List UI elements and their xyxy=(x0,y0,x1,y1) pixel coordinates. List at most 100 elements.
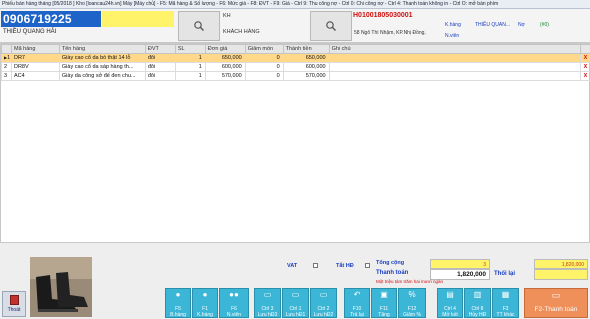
vat-label: VAT xyxy=(287,263,298,269)
cell-price[interactable]: 650,000 xyxy=(204,53,246,63)
huy-hd-button[interactable]: ▥ Ctrl 8 Hủy HĐ xyxy=(464,288,491,318)
delete-row-button[interactable]: X xyxy=(579,53,590,63)
table-row[interactable]: 3 AC4 Giày da công sở đế đen chu... đôi … xyxy=(1,71,590,81)
tra-lai-button[interactable]: ↶ F10 Trả lại xyxy=(344,288,370,318)
nhan-vien-button[interactable]: ●● F6 N.viên xyxy=(219,288,249,318)
luu-hd3-button[interactable]: ▭ Ctrl 3 Lưu hĐ3 xyxy=(254,288,281,318)
table-header: Mã hàng Tên hàng ĐVT SL Đơn giá Giảm món… xyxy=(1,44,590,54)
user-icon: ● xyxy=(202,290,208,299)
cell-price[interactable]: 600,000 xyxy=(204,62,246,72)
tong-cong-field: 3 xyxy=(430,259,490,269)
cell-note[interactable] xyxy=(328,53,581,63)
delete-row-button[interactable]: X xyxy=(579,62,590,72)
cell-qty[interactable]: 1 xyxy=(174,62,206,72)
cell-name[interactable]: Giày cao cổ da sáp hàng th... xyxy=(58,62,146,72)
tat-hd-label: Tắt HĐ xyxy=(336,263,354,269)
col-delete xyxy=(579,44,590,54)
gift-icon: ▣ xyxy=(380,290,388,299)
customer-header: 0906719225 THIỀU QUANG HẢI KH KHÁCH HÀNG… xyxy=(0,9,590,43)
luu-hd2-button[interactable]: ▭ Ctrl 2 Lưu hĐ2 xyxy=(310,288,337,318)
doc-icon: ▭ xyxy=(263,290,272,299)
doc-icon: ▭ xyxy=(319,290,328,299)
return-icon: ↶ xyxy=(353,290,361,299)
cash-icon: ▤ xyxy=(446,290,454,299)
cell-unit[interactable]: đôi xyxy=(144,62,176,72)
no-value: (#0) xyxy=(540,22,549,28)
customer-address: 58 Ngô Thì Nhậm, KP.Nhị Đồng, xyxy=(354,30,426,36)
cell-price[interactable]: 570,000 xyxy=(204,71,246,81)
thoi-lai-field xyxy=(534,269,588,280)
tt-khac-button[interactable]: ▦ F3 TT khác xyxy=(492,288,519,318)
search-icon xyxy=(194,21,204,31)
thoi-lai-label: Thối lại xyxy=(494,271,515,277)
customer-search-button[interactable] xyxy=(178,11,220,41)
kh-value: KHÁCH HÀNG xyxy=(223,29,260,35)
percent-icon: % xyxy=(408,290,416,299)
cell-note[interactable] xyxy=(328,71,581,81)
luu-hd1-button[interactable]: ▭ Ctrl 1 Lưu hĐ1 xyxy=(282,288,309,318)
col-marker xyxy=(1,44,12,54)
tang-button[interactable]: ▣ F11 Tặng xyxy=(371,288,397,318)
exit-label: Thoát xyxy=(7,307,21,313)
row-index: 2 xyxy=(1,62,12,72)
amount-in-words: Một triệu tám trăm hai mươi ngàn xyxy=(376,279,443,284)
cell-total: 570,000 xyxy=(282,71,330,81)
search-box[interactable] xyxy=(102,11,174,27)
cell-unit[interactable]: đôi xyxy=(144,53,176,63)
search-icon xyxy=(326,21,336,31)
total-right-field: 1,820,000 xyxy=(534,259,588,269)
ban-hang-button[interactable]: ● F5 B.hàng xyxy=(165,288,191,318)
trash-icon: ▥ xyxy=(473,290,482,299)
invoice-number: H01001805030001 xyxy=(353,12,413,19)
cell-discount[interactable]: 0 xyxy=(244,71,284,81)
cell-code[interactable]: DR8V xyxy=(10,62,60,72)
k-hang-label: K.hàng xyxy=(445,22,461,28)
cell-discount[interactable]: 0 xyxy=(244,62,284,72)
phone-input[interactable]: 0906719225 xyxy=(1,11,101,27)
window-title: Phiếu bán hàng tháng [05/2018 ] Kho [loa… xyxy=(0,0,590,9)
money-icon: ▭ xyxy=(551,290,561,300)
cell-unit[interactable]: đôi xyxy=(144,71,176,81)
col-price[interactable]: Đơn giá xyxy=(204,44,246,54)
cell-note[interactable] xyxy=(328,62,581,72)
col-unit[interactable]: ĐVT xyxy=(144,44,176,54)
col-note[interactable]: Ghi chú xyxy=(328,44,581,54)
cell-code[interactable]: AC4 xyxy=(10,71,60,81)
tat-hd-checkbox[interactable] xyxy=(365,263,370,268)
user-icon: ● xyxy=(175,290,181,299)
footer-panel: Thoát VAT Tắt HĐ Tổng cộng 3 1,820,000 T… xyxy=(0,254,590,319)
cell-total: 650,000 xyxy=(282,53,330,63)
cell-code[interactable]: DR7 xyxy=(10,53,60,63)
giam-button[interactable]: % F12 Giảm % xyxy=(398,288,426,318)
vat-checkbox[interactable] xyxy=(313,263,318,268)
cell-qty[interactable]: 1 xyxy=(174,71,206,81)
table-row[interactable]: ▶1 DR7 Giày cao cổ da bò thật 14 lỗ đôi … xyxy=(1,53,590,63)
doc-icon: ▭ xyxy=(291,290,300,299)
tong-cong-label: Tổng cộng xyxy=(376,260,405,266)
row-index: 3 xyxy=(1,71,12,81)
table-row[interactable]: 2 DR8V Giày cao cổ da sáp hàng th... đôi… xyxy=(1,62,590,72)
n-vien-label: N.viên xyxy=(445,33,460,39)
customer-name: THIỀU QUANG HẢI xyxy=(3,29,57,35)
cell-name[interactable]: Giày da công sở đế đen chu... xyxy=(58,71,146,81)
cell-name[interactable]: Giày cao cổ da bò thật 14 lỗ xyxy=(58,53,146,63)
mo-ket-button[interactable]: ▤ Ctrl 4 Mở két xyxy=(437,288,463,318)
col-qty[interactable]: SL xyxy=(174,44,206,54)
users-icon: ●● xyxy=(229,290,239,299)
exit-icon xyxy=(10,295,19,305)
cell-discount[interactable]: 0 xyxy=(244,53,284,63)
col-total[interactable]: Thành tiền xyxy=(282,44,330,54)
items-table[interactable]: Mã hàng Tên hàng ĐVT SL Đơn giá Giảm món… xyxy=(0,43,590,243)
col-code[interactable]: Mã hàng xyxy=(10,44,60,54)
cell-qty[interactable]: 1 xyxy=(174,53,206,63)
khach-hang-button[interactable]: ● F1 K.hàng xyxy=(192,288,218,318)
col-discount[interactable]: Giảm món xyxy=(244,44,284,54)
thanh-toan-button[interactable]: ▭ F2-Thanh toán xyxy=(524,288,588,318)
address-search-button[interactable] xyxy=(310,11,352,41)
delete-row-button[interactable]: X xyxy=(579,71,590,81)
exit-button[interactable]: Thoát xyxy=(2,291,26,317)
thanh-toan-label: Thanh toán xyxy=(376,270,409,276)
product-photo xyxy=(30,257,92,317)
col-name[interactable]: Tên hàng xyxy=(58,44,146,54)
grid-icon: ▦ xyxy=(501,290,510,299)
